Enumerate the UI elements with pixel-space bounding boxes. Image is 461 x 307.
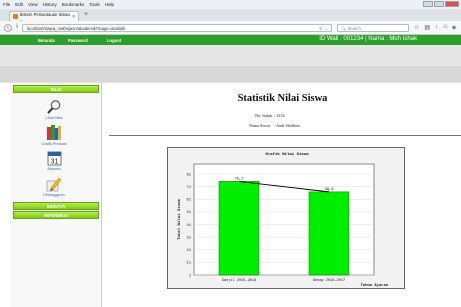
- library-icon[interactable]: ▤: [424, 24, 430, 31]
- browser-menubar: File Edit View History Bookmarks Tools H…: [0, 0, 461, 9]
- maximize-button[interactable]: [434, 1, 444, 7]
- no-induk-value: : 1234: [274, 113, 285, 118]
- window-close-button[interactable]: [445, 1, 459, 7]
- bar: [308, 191, 350, 276]
- browser-tab[interactable]: Sistem Pemantauan Siswa ... ×: [9, 11, 79, 22]
- no-induk-label: No. Induk: [255, 113, 272, 118]
- sidebar: NILAI Lihat Nilai Grafik Prestasi 31 Abs…: [10, 83, 102, 307]
- new-tab-button[interactable]: +: [84, 11, 88, 18]
- toolbar-icons: ☆ ▤ ↓ ⌂ ◈ ☺ ≡: [414, 24, 461, 31]
- sidebar-item-absensi[interactable]: 31 Absensi: [30, 150, 78, 171]
- y-tick-label: 21: [187, 249, 191, 253]
- site-info-icon[interactable]: i: [13, 24, 21, 32]
- sidebar-item-label: Absensi: [47, 167, 61, 171]
- svg-text:31: 31: [50, 159, 58, 166]
- welcome-text: ID Wali : 001234 | Nama : Moh Ishak: [319, 36, 417, 42]
- sidebar-header-biodata[interactable]: BIODATA: [13, 202, 99, 210]
- y-tick-label: 81: [187, 173, 191, 177]
- window-controls: [423, 1, 459, 7]
- sidebar-item-lihat-nilai[interactable]: Lihat Nilai: [30, 99, 78, 120]
- reload-icon[interactable]: ↻ →: [319, 25, 328, 33]
- sidebar-header-nilai[interactable]: NILAI: [13, 85, 99, 93]
- y-tick-label: 71: [187, 186, 191, 190]
- menu-edit[interactable]: Edit: [15, 2, 23, 7]
- download-icon[interactable]: ↓: [435, 24, 438, 31]
- shield-icon[interactable]: ◈: [452, 24, 457, 31]
- bar: [218, 181, 260, 276]
- main-content: Statistik Nilai Siswa No. Induk : 1234 N…: [104, 83, 461, 307]
- search-icon: 🔍︎: [341, 26, 347, 31]
- books-icon: [47, 125, 61, 140]
- chart-frame: Grafik Nilai Siswa 1 11 21 31 41 51 61 71 81 75,2…: [167, 147, 405, 289]
- y-tick-label: 31: [187, 236, 191, 240]
- header-strip-lower: [0, 66, 461, 82]
- sidebar-item-label: Lihat Nilai: [45, 116, 63, 120]
- y-tick-label: 41: [187, 224, 191, 228]
- page-title: Statistik Nilai Siswa: [237, 93, 328, 104]
- pencil-icon: [46, 177, 62, 192]
- menu-tools[interactable]: Tools: [89, 2, 100, 7]
- nav-logout[interactable]: Logout: [107, 38, 121, 43]
- x-axis-label: Tahun Ajaran: [361, 283, 389, 288]
- x-tick-label: Ganjil 2015-2016: [222, 278, 257, 283]
- tab-close-icon[interactable]: ×: [72, 14, 75, 20]
- bar-chart: 1112131415161718175,2Ganjil 2015-201666,…: [177, 163, 389, 288]
- calendar-icon: 31: [47, 151, 61, 166]
- sidebar-item-grafik-prestasi[interactable]: Grafik Prestasi: [30, 124, 78, 146]
- search-icon: [47, 100, 61, 114]
- menu-view[interactable]: View: [28, 2, 38, 7]
- menu-bookmarks[interactable]: Bookmarks: [62, 2, 85, 7]
- sidebar-item-pelanggaran[interactable]: Pelanggaran: [30, 176, 78, 197]
- sidebar-item-label: Grafik Prestasi: [41, 142, 67, 146]
- sidebar-item-label: Pelanggaran: [43, 193, 65, 197]
- nama-siswa-value: : Andi Sholihin: [274, 123, 300, 128]
- tab-title: Sistem Pemantauan Siswa ...: [19, 11, 70, 22]
- menu-history[interactable]: History: [43, 2, 57, 7]
- y-tick-label: 51: [187, 211, 191, 215]
- tab-bar: Sistem Pemantauan Siswa ... × +: [0, 9, 461, 22]
- y-tick-label: 61: [187, 199, 191, 203]
- x-tick-label: Genap 2016-2017: [313, 279, 345, 283]
- menu-help[interactable]: Help: [105, 2, 114, 7]
- divider: [109, 135, 461, 136]
- url-text: localhost/siswa_mathejasn/akademik/?page…: [27, 26, 126, 31]
- home-icon[interactable]: ⌂: [443, 24, 447, 31]
- nama-siswa-label: Nama Siswa: [249, 123, 271, 128]
- y-axis-label: Total Nilai Siswa: [177, 199, 182, 240]
- back-icon[interactable]: ‹: [4, 24, 12, 32]
- nav-password[interactable]: Password: [68, 38, 88, 43]
- url-bar[interactable]: localhost/siswa_mathejasn/akademik/?page…: [22, 24, 332, 32]
- menu-file[interactable]: File: [3, 2, 10, 7]
- browser-navbar: ‹ i localhost/siswa_mathejasn/akademik/?…: [0, 21, 461, 35]
- search-input[interactable]: 🔍︎ Search: [337, 24, 409, 32]
- data-label: 75,2: [234, 177, 244, 181]
- favicon-icon: [13, 14, 18, 19]
- minimize-button[interactable]: [423, 1, 433, 7]
- search-placeholder: Search: [347, 26, 361, 31]
- site-topnav: Beranda Password Logout ID Wali : 001234…: [0, 35, 461, 45]
- bookmark-star-icon[interactable]: ☆: [414, 24, 419, 31]
- y-tick-label: 11: [187, 262, 191, 266]
- y-tick-label: 1: [189, 274, 191, 278]
- nav-beranda[interactable]: Beranda: [38, 38, 55, 43]
- sidebar-header-informasi[interactable]: INFORMASI: [13, 211, 99, 219]
